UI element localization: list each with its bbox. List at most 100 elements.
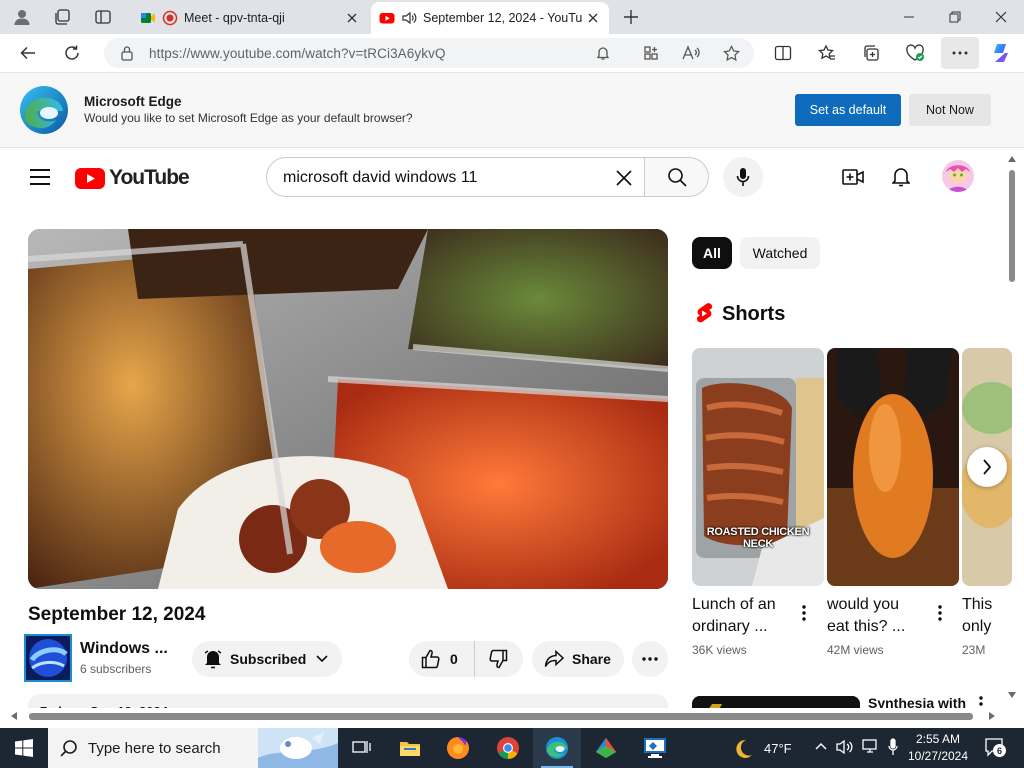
split-screen-icon[interactable] (768, 39, 798, 67)
scroll-right-arrow-icon[interactable] (989, 712, 995, 720)
set-as-default-button[interactable]: Set as default (795, 94, 901, 126)
vertical-scrollbar[interactable] (1006, 152, 1018, 718)
network-icon[interactable] (862, 739, 880, 755)
like-dislike-group: 0 (409, 641, 523, 677)
weather-temperature[interactable]: 47°F (764, 741, 792, 756)
favorite-star-icon[interactable] (722, 44, 740, 62)
copilot-icon[interactable] (986, 39, 1016, 67)
app-available-icon[interactable] (642, 44, 660, 62)
more-horizontal-icon (642, 657, 658, 661)
minimize-icon[interactable] (886, 0, 932, 34)
like-button[interactable]: 0 (409, 641, 475, 677)
chip-watched[interactable]: Watched (740, 237, 820, 269)
tab-youtube[interactable]: September 12, 2024 - YouTube (371, 2, 609, 34)
close-tab-icon[interactable] (342, 8, 362, 28)
short-title-line: would you (827, 596, 900, 613)
youtube-wordmark: YouTube (109, 166, 190, 189)
horizontal-scrollbar[interactable] (5, 708, 1005, 724)
clock-date[interactable]: 10/27/2024 (906, 749, 970, 763)
short-title-line: eat this? ... (827, 618, 906, 635)
short-title[interactable]: This only (962, 594, 1002, 638)
tab-actions-icon[interactable] (90, 4, 116, 30)
search-input[interactable]: microsoft david windows 11 (266, 157, 645, 197)
horizontal-scroll-thumb[interactable] (29, 713, 973, 720)
address-bar[interactable]: https://www.youtube.com/watch?v=tRCi3A6y… (104, 38, 754, 68)
shorts-next-button[interactable] (967, 447, 1007, 487)
volume-icon[interactable] (836, 739, 854, 755)
web-page: YouTube microsoft david windows 11 Septe… (5, 150, 1020, 724)
scroll-left-arrow-icon[interactable] (11, 712, 17, 720)
scroll-up-arrow-icon[interactable] (1008, 156, 1016, 162)
create-video-icon[interactable] (840, 164, 866, 190)
browser-essentials-icon[interactable] (900, 39, 930, 67)
short-menu-icon[interactable] (796, 602, 812, 624)
more-actions-button[interactable] (632, 641, 668, 677)
prompt-title: Microsoft Edge (84, 94, 182, 109)
profile-icon[interactable] (9, 4, 35, 30)
edge-taskbar-icon[interactable] (533, 728, 581, 768)
short-title[interactable]: would you eat this? ... (827, 594, 905, 638)
audio-playing-icon[interactable] (401, 10, 417, 26)
collections-icon[interactable] (856, 39, 886, 67)
chrome-icon[interactable] (484, 728, 532, 768)
search-query-text[interactable]: microsoft david windows 11 (283, 169, 477, 187)
workspaces-icon[interactable] (49, 4, 75, 30)
refresh-icon[interactable] (57, 39, 87, 67)
youtube-play-logo-icon (75, 167, 105, 189)
short-title-line: only (962, 618, 992, 635)
dislike-button[interactable] (475, 641, 521, 677)
vertical-scroll-thumb[interactable] (1009, 170, 1015, 282)
taskbar-search-box[interactable]: Type here to search (48, 728, 338, 768)
read-aloud-icon[interactable] (682, 44, 700, 62)
bluestacks-icon[interactable] (582, 728, 630, 768)
short-menu-icon[interactable] (932, 602, 948, 624)
like-count: 0 (450, 651, 458, 667)
start-button[interactable] (0, 728, 48, 768)
shorts-shelf-header: Shorts (694, 302, 785, 326)
channel-avatar[interactable] (24, 634, 72, 682)
firefox-icon[interactable] (434, 728, 482, 768)
short-thumbnail[interactable] (692, 348, 824, 586)
tab-title: September 12, 2024 - YouTube (423, 11, 583, 25)
restore-icon[interactable] (932, 0, 978, 34)
guide-menu-icon[interactable] (29, 168, 51, 186)
weather-moon-icon[interactable] (732, 738, 754, 760)
notifications-bell-icon[interactable] (888, 164, 914, 190)
remote-desktop-icon[interactable] (631, 728, 679, 768)
settings-more-icon[interactable] (941, 37, 979, 69)
tab-meet[interactable]: Meet - qpv-tnta-qji (132, 2, 368, 34)
chevron-right-icon (983, 459, 992, 475)
task-view-icon[interactable] (338, 728, 386, 768)
lock-icon[interactable] (118, 44, 136, 62)
video-player[interactable] (28, 229, 668, 589)
channel-name[interactable]: Windows ... (80, 640, 168, 658)
short-image (692, 348, 824, 586)
back-icon[interactable] (13, 39, 43, 67)
account-avatar[interactable] (942, 160, 974, 192)
subscribed-button[interactable]: Subscribed (192, 641, 342, 677)
youtube-logo[interactable]: YouTube (75, 166, 190, 190)
clock-time[interactable]: 2:55 AM (906, 732, 970, 746)
file-explorer-icon[interactable] (386, 728, 434, 768)
close-window-icon[interactable] (978, 0, 1024, 34)
clear-search-icon[interactable] (612, 166, 636, 190)
url-text[interactable]: https://www.youtube.com/watch?v=tRCi3A6y… (149, 46, 446, 61)
short-thumbnail[interactable] (827, 348, 959, 586)
voice-search-button[interactable] (723, 157, 763, 197)
notifications-blocked-icon[interactable] (594, 44, 612, 62)
microphone-in-use-icon[interactable] (888, 738, 898, 756)
search-button[interactable] (645, 157, 709, 197)
favorites-icon[interactable] (812, 39, 842, 67)
shorts-logo-icon (696, 303, 713, 323)
not-now-button[interactable]: Not Now (909, 94, 991, 126)
share-button[interactable]: Share (532, 641, 624, 677)
scroll-down-arrow-icon[interactable] (1008, 692, 1016, 698)
short-title[interactable]: Lunch of an ordinary ... (692, 594, 776, 638)
shorts-title: Shorts (722, 302, 786, 325)
new-tab-icon[interactable] (618, 4, 644, 30)
chip-all[interactable]: All (692, 237, 732, 269)
show-hidden-icons-chevron-icon[interactable] (815, 742, 827, 750)
notification-center-button[interactable]: 6 (983, 736, 1006, 758)
recording-icon (162, 10, 178, 26)
close-tab-icon[interactable] (583, 8, 603, 28)
